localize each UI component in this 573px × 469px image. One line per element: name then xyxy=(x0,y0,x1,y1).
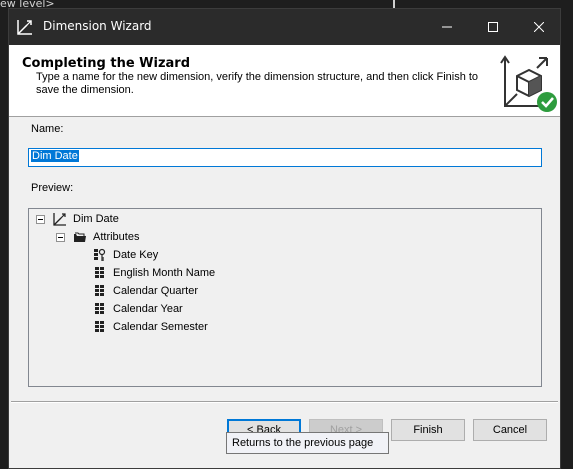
attribute-icon xyxy=(95,321,104,332)
finish-button[interactable]: Finish xyxy=(391,419,465,441)
tree-node-attribute[interactable]: Calendar Semester xyxy=(93,318,208,336)
maximize-icon xyxy=(488,22,498,32)
key-attribute-icon xyxy=(94,248,106,261)
preview-label: Preview: xyxy=(31,182,74,194)
minimize-button[interactable] xyxy=(424,9,470,45)
folder-icon xyxy=(74,232,86,242)
footer-divider-highlight xyxy=(11,402,558,403)
title-bar[interactable]: Dimension Wizard xyxy=(9,9,560,45)
tree-node-label: Attributes xyxy=(93,231,140,243)
tree-node-attribute[interactable]: Date Key xyxy=(93,246,158,264)
close-button[interactable] xyxy=(516,9,562,45)
wizard-header: Completing the Wizard Type a name for th… xyxy=(9,45,560,117)
tree-node-label: Date Key xyxy=(113,249,159,261)
page-title: Completing the Wizard xyxy=(22,56,191,71)
dimension-name-input[interactable]: Dim Date xyxy=(28,148,542,167)
tree-node-attribute[interactable]: Calendar Quarter xyxy=(93,282,198,300)
tree-node-label: Calendar Semester xyxy=(113,321,208,333)
background-editor-edge xyxy=(560,0,573,469)
tree-node-label: Calendar Year xyxy=(113,303,183,315)
dimension-wizard-icon xyxy=(17,20,32,35)
cube-checkmark-icon xyxy=(500,55,557,112)
tree-node-dimension[interactable]: Dim Date xyxy=(36,210,119,228)
attribute-icon xyxy=(95,285,104,296)
dimension-name-value: Dim Date xyxy=(31,150,79,162)
tree-node-label: English Month Name xyxy=(113,267,216,279)
attribute-icon xyxy=(95,303,104,314)
page-description: Type a name for the new dimension, verif… xyxy=(36,71,479,96)
minimize-icon xyxy=(442,26,452,28)
collapse-toggle[interactable] xyxy=(36,214,45,224)
attribute-icon xyxy=(95,267,104,278)
tree-node-label: Calendar Quarter xyxy=(113,285,198,297)
tree-node-attribute[interactable]: English Month Name xyxy=(93,264,215,282)
dimension-preview-tree[interactable]: Dim Date Attributes Date Key English Mon… xyxy=(28,208,542,387)
dimension-wizard-window: Dimension Wizard Completing the Wizard T… xyxy=(8,8,561,469)
maximize-button[interactable] xyxy=(470,9,516,45)
back-button-tooltip: Returns to the previous page xyxy=(226,432,389,454)
name-label: Name: xyxy=(31,123,64,135)
collapse-toggle[interactable] xyxy=(56,232,65,242)
dimension-icon xyxy=(53,213,66,226)
close-icon xyxy=(534,22,544,32)
tree-node-attribute[interactable]: Calendar Year xyxy=(93,300,183,318)
cancel-button[interactable]: Cancel xyxy=(473,419,547,441)
window-title: Dimension Wizard xyxy=(43,19,152,33)
tree-node-label: Dim Date xyxy=(73,213,119,225)
tree-node-attributes[interactable]: Attributes xyxy=(56,228,139,246)
